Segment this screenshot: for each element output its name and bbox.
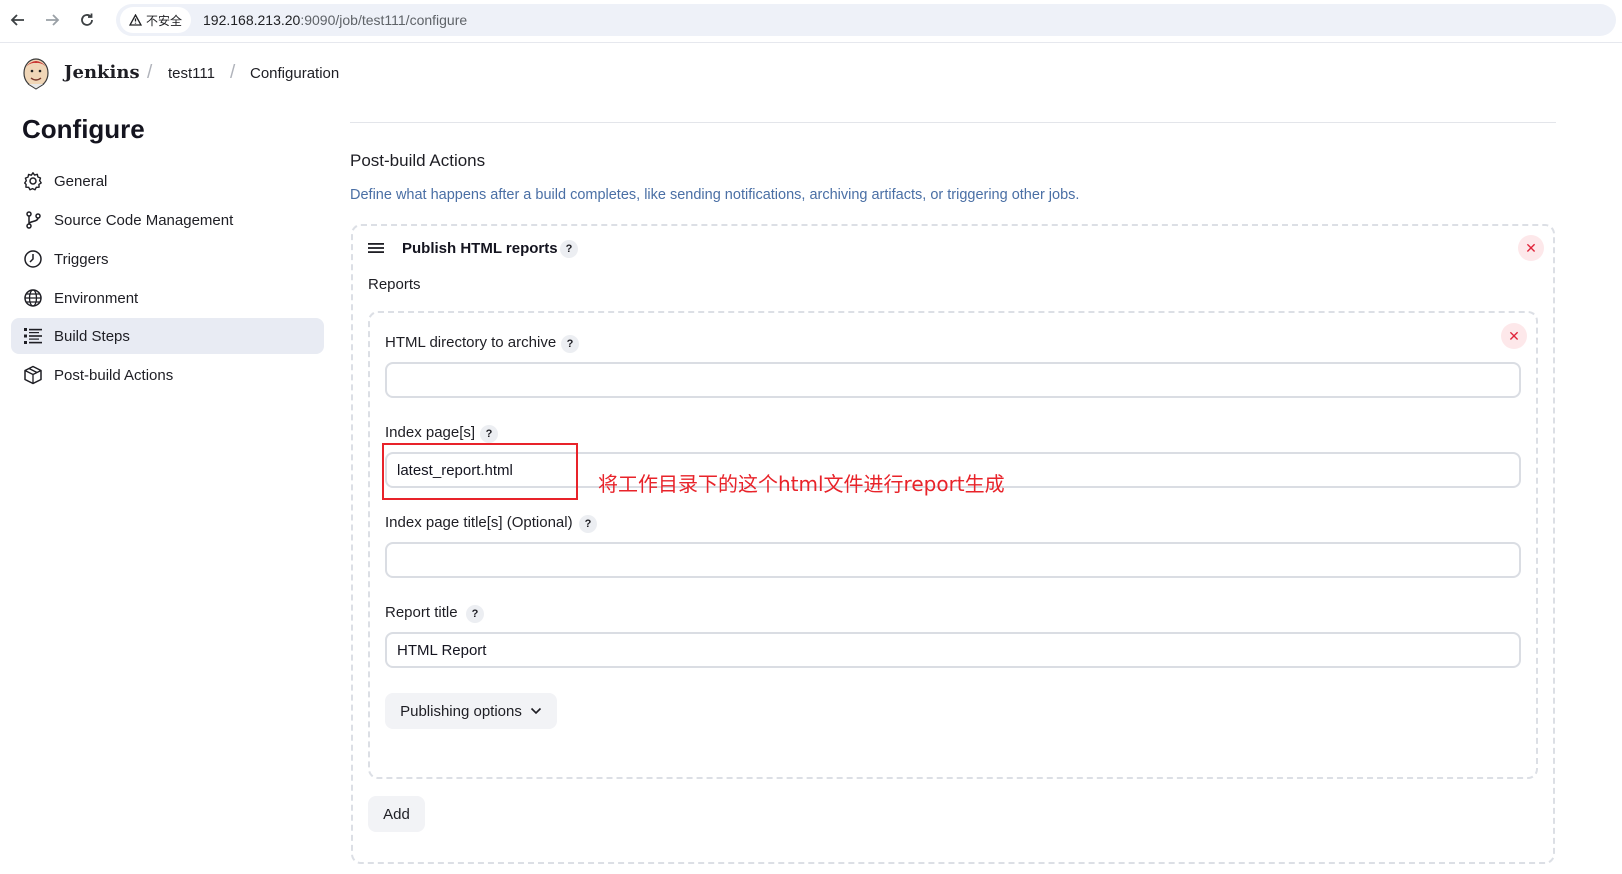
breadcrumb-job[interactable]: test111	[168, 65, 215, 82]
index-page-titles-help-icon[interactable]: ?	[579, 515, 597, 533]
index-page-titles-label: Index page title[s] (Optional)	[385, 514, 573, 531]
breadcrumb-separator: /	[147, 62, 153, 83]
back-button[interactable]	[6, 8, 30, 32]
report-title-help-icon[interactable]: ?	[466, 605, 484, 623]
jenkins-home-link[interactable]: Jenkins	[64, 62, 140, 83]
publishing-options-label: Publishing options	[400, 702, 522, 720]
chevron-down-icon	[530, 707, 541, 715]
reload-icon	[81, 13, 93, 26]
sidebar-item-label: General	[54, 172, 108, 190]
step-title: Publish HTML reports	[402, 240, 558, 257]
sidebar-item-label: Post-build Actions	[54, 366, 174, 384]
breadcrumb-separator: /	[230, 62, 236, 83]
sidebar-item-label: Triggers	[54, 250, 109, 268]
step-help-icon[interactable]: ?	[560, 240, 578, 258]
sidebar-item-build-steps[interactable]: Build Steps	[11, 318, 324, 354]
arrow-left-icon	[10, 14, 24, 26]
html-directory-help-icon[interactable]: ?	[561, 335, 579, 353]
globe-icon	[22, 287, 44, 309]
package-icon	[22, 364, 44, 386]
reports-label: Reports	[368, 276, 421, 293]
jenkins-header: Jenkins / test111 / Configuration	[0, 42, 1622, 104]
forward-button[interactable]	[40, 8, 64, 32]
index-pages-label: Index page[s]	[385, 424, 476, 441]
sidebar-item-triggers[interactable]: Triggers	[11, 241, 324, 277]
annotation-text: 将工作目录下的这个html文件进行report生成	[598, 472, 1005, 496]
security-label: 不安全	[146, 13, 183, 28]
sidebar-item-general[interactable]: General	[11, 163, 324, 199]
remove-step-button[interactable]: ✕	[1518, 235, 1544, 261]
sidebar-item-post-build-actions[interactable]: Post-build Actions	[11, 357, 324, 393]
gear-icon	[22, 170, 44, 192]
url-host: 192.168.213.20	[203, 12, 301, 28]
address-bar[interactable]: 不安全 192.168.213.20:9090/job/test111/conf…	[116, 4, 1616, 36]
index-page-titles-input[interactable]	[385, 542, 1521, 578]
list-icon	[22, 325, 44, 347]
index-pages-help-icon[interactable]: ?	[480, 425, 498, 443]
clock-icon	[22, 248, 44, 270]
page-title: Configure	[22, 114, 145, 144]
sidebar-item-label: Source Code Management	[54, 211, 234, 229]
report-title-input[interactable]	[385, 632, 1521, 668]
branch-icon	[22, 209, 44, 231]
security-indicator[interactable]: 不安全	[120, 7, 192, 33]
html-directory-input[interactable]	[385, 362, 1521, 398]
publishing-options-button[interactable]: Publishing options	[385, 693, 557, 729]
browser-toolbar: 不安全 192.168.213.20:9090/job/test111/conf…	[0, 0, 1622, 43]
report-title-label: Report title	[385, 604, 458, 621]
sidebar-item-label: Build Steps	[54, 327, 130, 345]
drag-handle-icon[interactable]	[368, 241, 384, 255]
section-title: Post-build Actions	[350, 151, 486, 170]
url-path: :9090/job/test111/configure	[300, 12, 468, 28]
url-text: 192.168.213.20:9090/job/test111/configur…	[203, 12, 467, 28]
sidebar-item-source-code-management[interactable]: Source Code Management	[11, 202, 324, 238]
section-divider	[350, 122, 1556, 123]
add-report-button[interactable]: Add	[368, 796, 425, 832]
sidebar-item-label: Environment	[54, 289, 139, 307]
annotation-highlight-box	[382, 443, 578, 500]
breadcrumb-configuration[interactable]: Configuration	[250, 65, 339, 82]
section-description: Define what happens after a build comple…	[350, 187, 1080, 203]
warning-icon	[129, 14, 142, 26]
html-directory-label: HTML directory to archive	[385, 334, 557, 351]
reload-button[interactable]	[75, 8, 99, 32]
remove-report-button[interactable]: ✕	[1501, 323, 1527, 349]
arrow-right-icon	[46, 14, 60, 26]
jenkins-logo-icon[interactable]	[22, 56, 50, 90]
sidebar-item-environment[interactable]: Environment	[11, 280, 324, 316]
